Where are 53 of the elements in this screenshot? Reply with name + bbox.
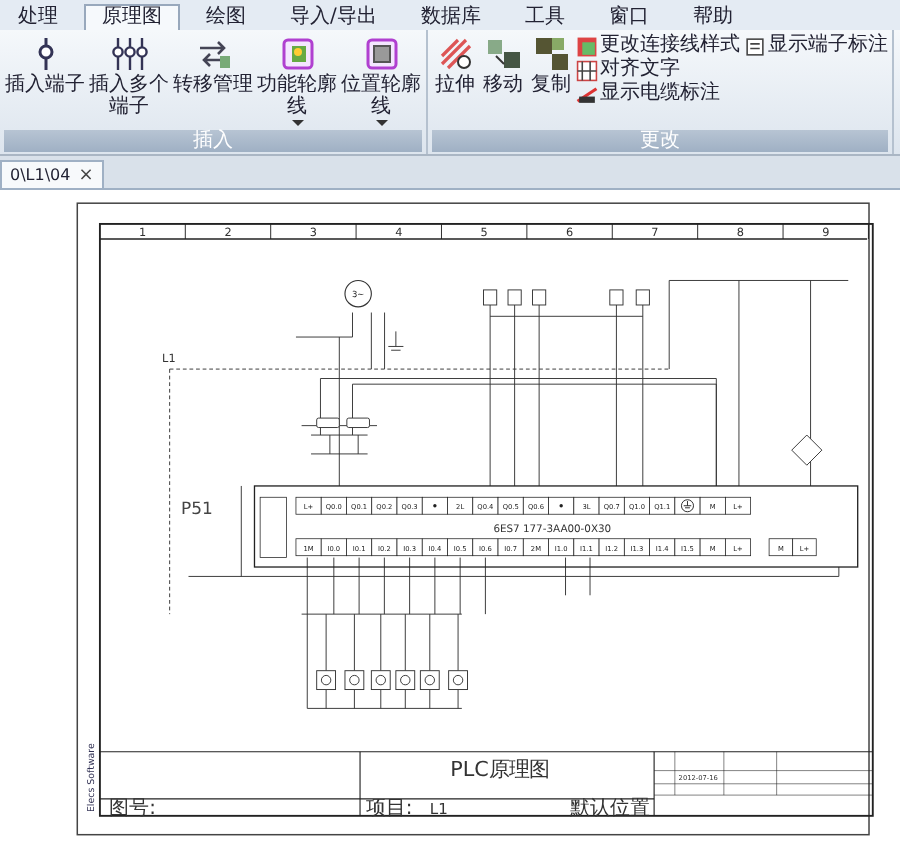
ribbon-button[interactable]: 转移管理 — [172, 34, 254, 98]
menu-tab[interactable]: 工具 — [506, 4, 583, 30]
relay-coil-symbol — [316, 417, 340, 428]
stretch-icon — [437, 36, 473, 72]
copy-icon — [533, 36, 569, 72]
cable-icon — [576, 83, 598, 105]
menu-tab[interactable]: 处理 — [0, 4, 76, 30]
line-style-icon — [576, 35, 598, 57]
terminal — [548, 496, 575, 515]
sensor-symbol — [316, 670, 336, 690]
close-button[interactable]: × — [78, 165, 94, 185]
move-icon — [485, 36, 521, 72]
menu-tab[interactable]: 帮助 — [674, 4, 751, 30]
ribbon-button[interactable]: 对齐文字 — [576, 58, 740, 82]
ribbon-button[interactable]: 插入多个端子 — [88, 34, 170, 120]
ribbon-button[interactable]: 显示端子标注 — [744, 34, 888, 58]
power-supply-block — [259, 496, 287, 558]
group-title: 更改 — [432, 130, 888, 152]
terminal-label-icon — [744, 35, 766, 57]
ribbon-button[interactable]: 更改连接线样式 — [576, 34, 740, 58]
align-text-icon — [576, 59, 598, 81]
outline-icon — [363, 36, 399, 72]
menu-tab[interactable]: 窗口 — [590, 4, 667, 30]
ribbon-button[interactable]: 插入端子 — [4, 34, 86, 98]
terminal — [421, 496, 448, 515]
ribbon-button[interactable]: 拉伸 — [432, 34, 478, 98]
rectifier-symbol — [791, 434, 823, 466]
tab-label: 0\L1\04 — [10, 166, 71, 184]
menu-tab[interactable]: 导入/导出 — [272, 4, 395, 30]
field-label: 项目: — [365, 797, 413, 820]
menu-tab[interactable]: 数据库 — [402, 4, 499, 30]
relay-coil-symbol — [346, 417, 370, 428]
ribbon-button[interactable]: 复制 — [528, 34, 574, 98]
sensor-symbol — [370, 670, 391, 690]
sensor-symbol — [395, 670, 416, 690]
menu-tab[interactable]: 原理图 — [84, 4, 180, 30]
sensor-symbol — [344, 670, 365, 690]
terminals-icon — [111, 36, 147, 72]
ribbon-button[interactable]: 移动 — [480, 34, 526, 98]
field-label: 图号: — [109, 797, 156, 820]
outline-icon — [279, 36, 315, 72]
group-title: 插入 — [4, 130, 422, 152]
drawing-title: PLC原理图 — [450, 758, 549, 783]
menu-tab[interactable]: 绘图 — [188, 4, 264, 30]
arrows-icon — [195, 36, 231, 72]
document-tab[interactable]: 0\L1\04 × — [0, 160, 104, 188]
device-tag: P51 — [180, 498, 213, 519]
sensor-symbol — [448, 670, 468, 690]
ribbon-button[interactable]: 显示电缆标注 — [576, 82, 740, 106]
location-value: 默认位置 — [570, 797, 651, 820]
sensor-symbol — [419, 670, 440, 690]
project-value: L1 — [429, 799, 448, 818]
ground-icon — [681, 499, 694, 513]
